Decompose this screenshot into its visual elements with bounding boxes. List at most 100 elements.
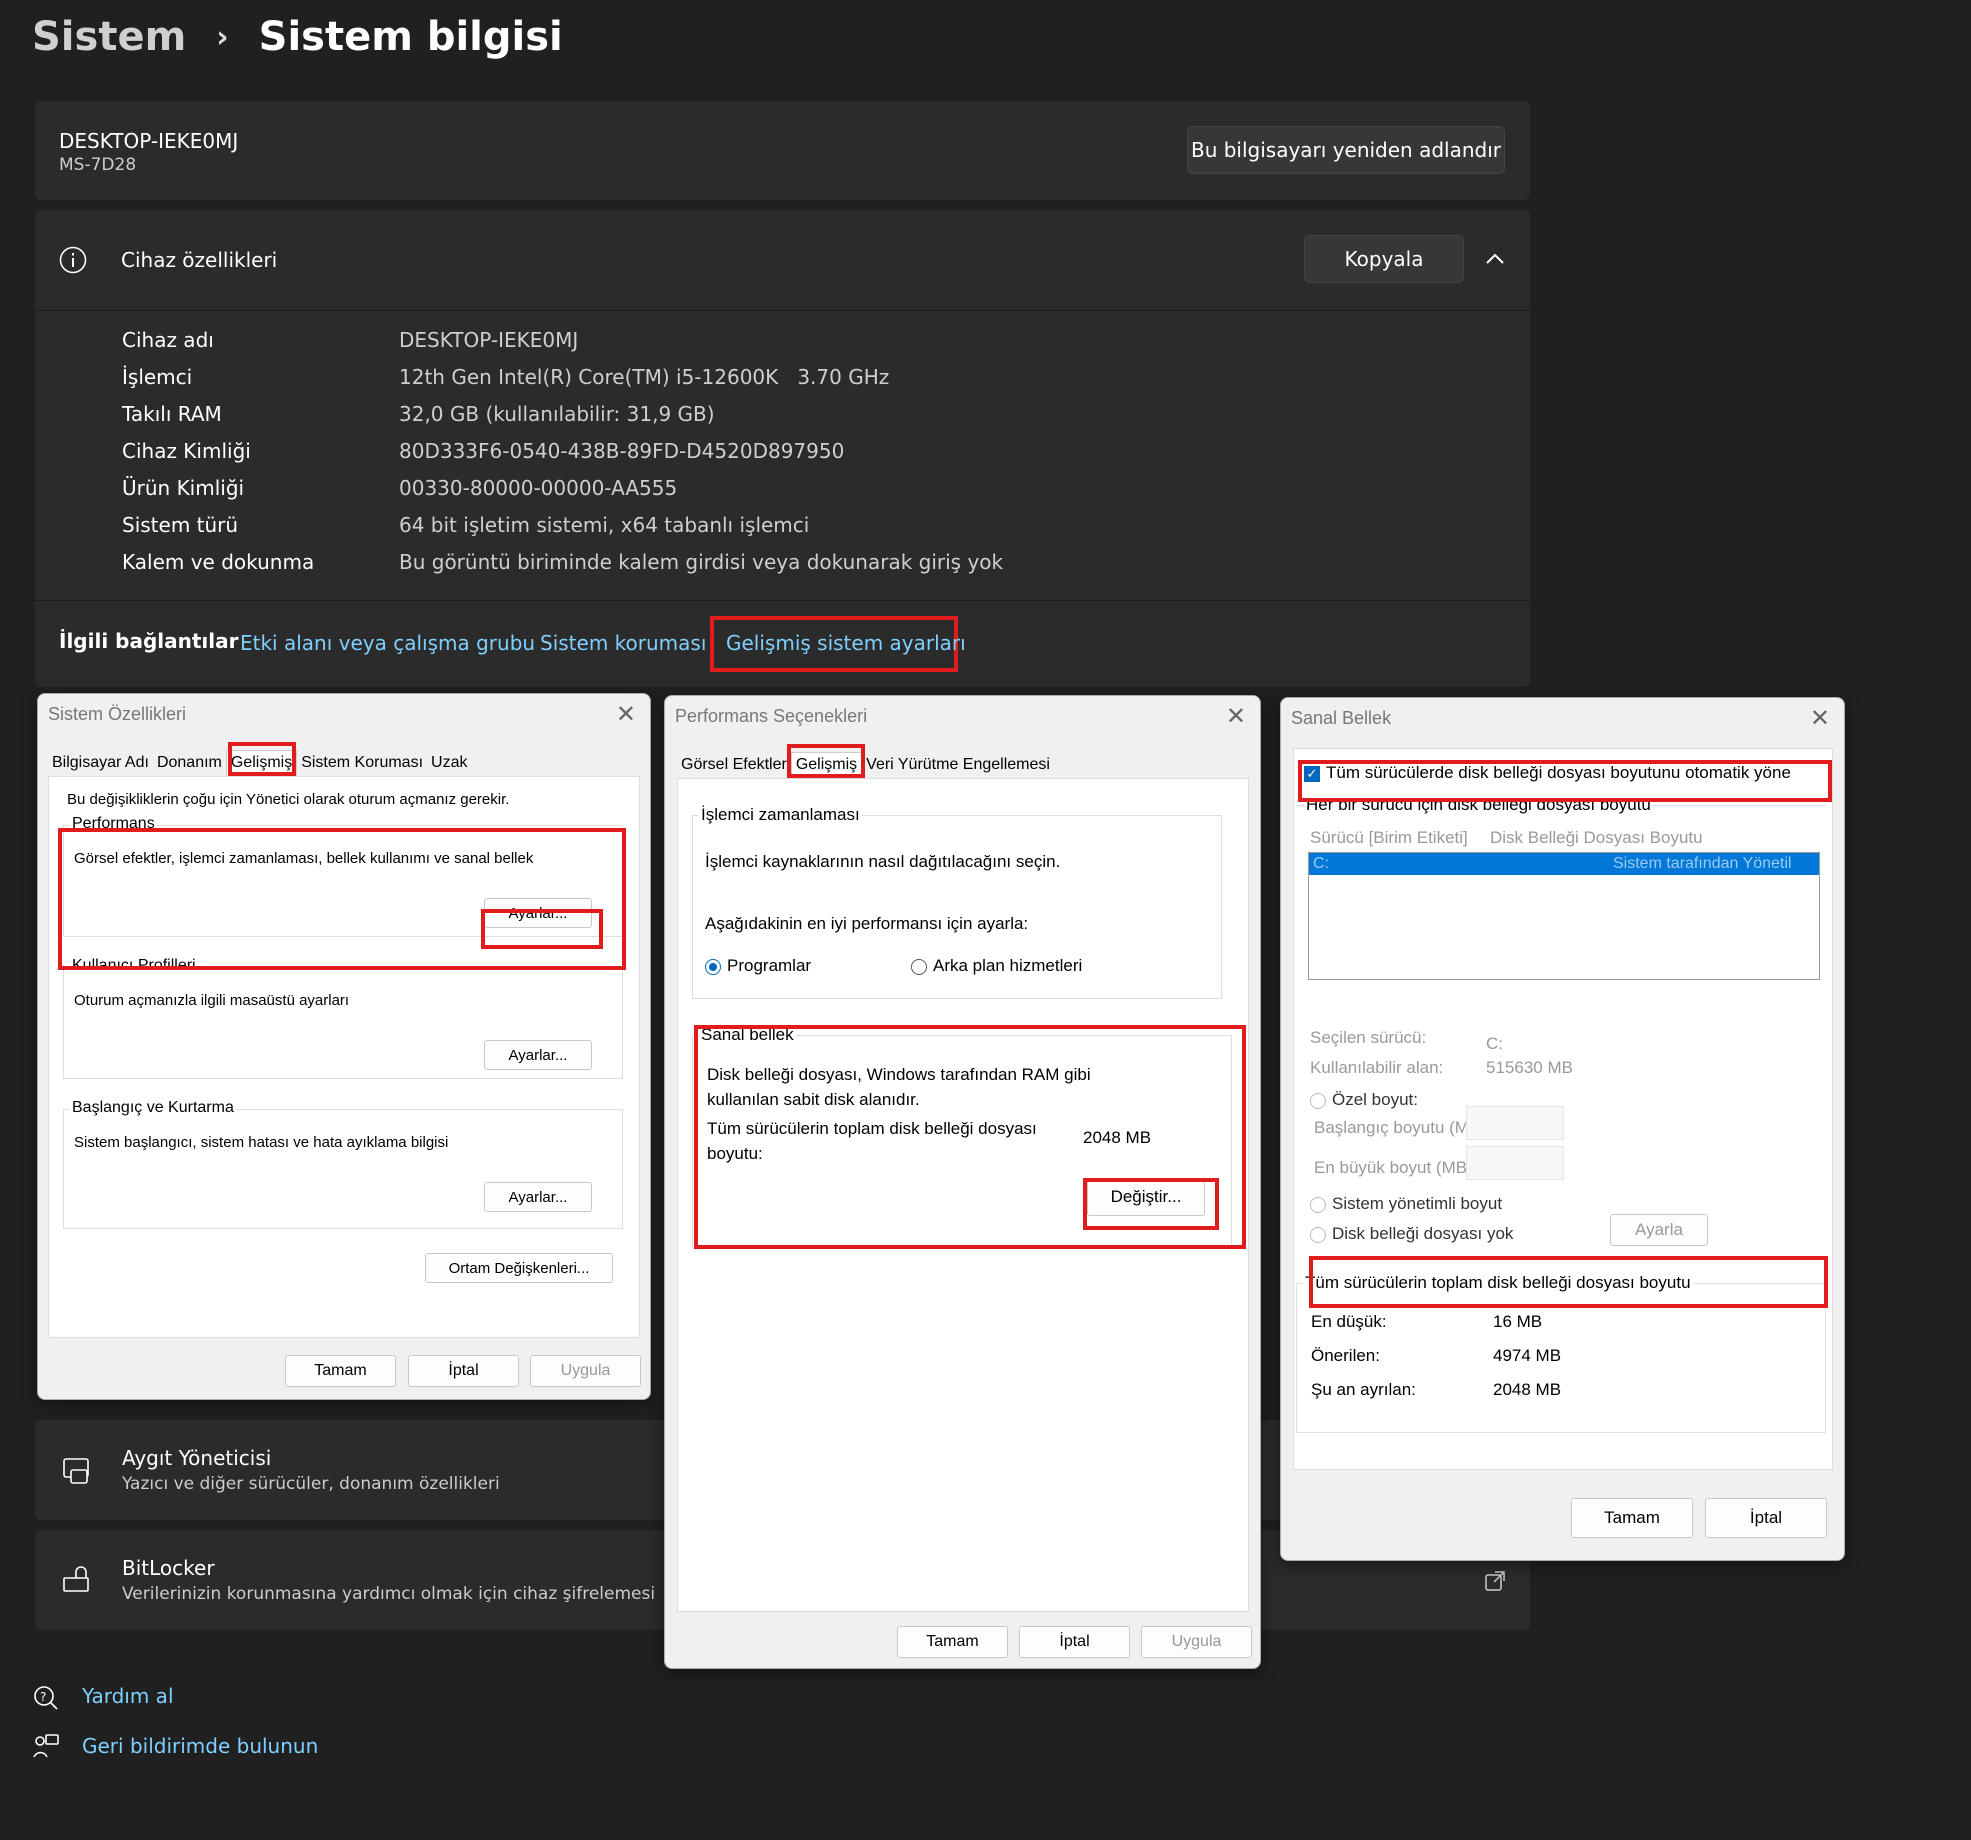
initial-size-input[interactable] [1466, 1106, 1564, 1140]
feedback-link[interactable]: Geri bildirimde bulunun [82, 1734, 318, 1758]
device-manager-title: Aygıt Yöneticisi [122, 1446, 272, 1470]
performance-options-dialog: Performans Seçenekleri ✕ Görsel Efektler… [664, 695, 1261, 1669]
dialog-title: Sanal Bellek [1291, 708, 1392, 728]
spec-row: Cihaz adı DESKTOP-IEKE0MJ [35, 328, 1435, 358]
breadcrumb-parent[interactable]: Sistem [32, 14, 186, 60]
drive-row-letter: C: [1313, 855, 1329, 872]
bitlocker-title: BitLocker [122, 1556, 215, 1580]
custom-size-radio[interactable]: Özel boyut: [1310, 1090, 1418, 1110]
background-services-label: Arka plan hizmetleri [933, 956, 1083, 975]
tab-remote[interactable]: Uzak [427, 751, 471, 775]
drive-row-size: Sistem tarafından Yönetil [1613, 855, 1792, 872]
cancel-button[interactable]: İptal [408, 1355, 519, 1387]
device-manager-icon [63, 1458, 89, 1484]
related-links-label: İlgili bağlantılar [59, 629, 239, 653]
close-icon[interactable]: ✕ [1810, 704, 1830, 733]
spec-label: Kalem ve dokunma [122, 550, 315, 574]
spec-value: 80D333F6-0540-438B-89FD-D4520D897950 [399, 439, 845, 463]
cancel-button[interactable]: İptal [1705, 1498, 1827, 1538]
spec-label: Sistem türü [122, 513, 239, 537]
system-managed-label: Sistem yönetimli boyut [1332, 1194, 1503, 1213]
selected-drive-value: C: [1486, 1034, 1503, 1053]
close-icon[interactable]: ✕ [616, 700, 636, 729]
tab-dep[interactable]: Veri Yürütme Engellemesi [862, 753, 1054, 777]
spec-value: 00330-80000-00000-AA555 [399, 476, 678, 500]
close-icon[interactable]: ✕ [1226, 702, 1246, 731]
spec-row: Sistem türü 64 bit işletim sistemi, x64 t… [35, 513, 1435, 543]
spec-row: Takılı RAM 32,0 GB (kullanılabilir: 31,9 … [35, 402, 1435, 432]
drive-row[interactable]: C: Sistem tarafından Yönetil [1309, 853, 1819, 875]
computer-name-card: DESKTOP-IEKE0MJ MS-7D28 Bu bilgisayarı y… [35, 101, 1530, 200]
lock-icon [63, 1566, 89, 1592]
get-help-link[interactable]: Yardım al [82, 1684, 174, 1708]
radio-selected-icon [705, 958, 721, 975]
spec-label: İşlemci [122, 365, 193, 389]
recommended-value: 4974 MB [1493, 1346, 1562, 1365]
tab-system-protection[interactable]: Sistem Koruması [297, 751, 427, 775]
svg-text:?: ? [40, 1690, 46, 1704]
radio-unselected-icon [1310, 1196, 1326, 1213]
user-profiles-settings-button[interactable]: Ayarlar... [484, 1040, 592, 1070]
adjust-for-label: Aşağıdakinin en iyi performansı için aya… [705, 914, 1029, 933]
tab-computer-name[interactable]: Bilgisayar Adı [48, 751, 153, 775]
startup-recovery-label: Başlangıç ve Kurtarma [70, 1099, 236, 1117]
min-size-label: En düşük: [1311, 1312, 1387, 1331]
spec-value: 12th Gen Intel(R) Core(TM) i5-12600K 3.7… [399, 365, 890, 389]
breadcrumb: Sistem › Sistem bilgisi [32, 14, 563, 60]
startup-recovery-desc: Sistem başlangıcı, sistem hatası ve hata… [74, 1134, 449, 1151]
startup-recovery-settings-button[interactable]: Ayarlar... [484, 1182, 592, 1212]
tab-visual-effects[interactable]: Görsel Efektler [677, 753, 791, 777]
rename-pc-button[interactable]: Bu bilgisayarı yeniden adlandır [1187, 126, 1505, 174]
highlight-box [787, 744, 865, 778]
free-space-value: 515630 MB [1486, 1058, 1573, 1077]
device-specs-header[interactable]: Cihaz özellikleri Kopyala [35, 210, 1530, 311]
dialog-title: Performans Seçenekleri [675, 706, 868, 726]
cpu-scheduling-desc: İşlemci kaynaklarının nasıl dağıtılacağı… [705, 852, 1061, 871]
feedback-icon [33, 1734, 59, 1758]
ok-button[interactable]: Tamam [1571, 1498, 1693, 1538]
device-specs-title: Cihaz özellikleri [121, 248, 278, 272]
ok-button[interactable]: Tamam [897, 1626, 1008, 1658]
domain-workgroup-link[interactable]: Etki alanı veya çalışma grubu [240, 631, 535, 655]
cpu-scheduling-group: İşlemci zamanlaması İşlemci kaynaklarını… [692, 805, 1222, 999]
apply-button[interactable]: Uygula [530, 1355, 641, 1387]
ok-button[interactable]: Tamam [285, 1355, 396, 1387]
virtual-memory-pane: ✓ Tüm sürücülerde disk belleği dosyası bo… [1293, 748, 1833, 1470]
system-protection-link[interactable]: Sistem koruması [540, 631, 706, 655]
copy-button[interactable]: Kopyala [1304, 235, 1464, 283]
drive-column-header: Sürücü [Birim Etiketi] [1310, 828, 1468, 847]
set-button[interactable]: Ayarla [1610, 1214, 1708, 1246]
tab-hardware[interactable]: Donanım [153, 751, 226, 775]
highlight-box [481, 909, 603, 949]
custom-size-label: Özel boyut: [1332, 1090, 1418, 1109]
admin-note: Bu değişikliklerin çoğu için Yönetici ol… [67, 791, 510, 808]
selected-drive-label: Seçilen sürücü: [1310, 1028, 1427, 1047]
programs-label: Programlar [727, 956, 812, 975]
drive-list[interactable]: C: Sistem tarafından Yönetil [1308, 852, 1820, 980]
user-profiles-desc: Oturum açmanızla ilgili masaüstü ayarlar… [74, 992, 350, 1009]
help-icon: ? [34, 1686, 58, 1710]
size-column-header: Disk Belleği Dosyası Boyutu [1490, 828, 1703, 847]
page-title: Sistem bilgisi [258, 14, 563, 60]
spec-row: Ürün Kimliği 00330-80000-00000-AA555 [35, 476, 1435, 506]
max-size-label: En büyük boyut (MB): [1314, 1158, 1478, 1177]
programs-radio[interactable]: Programlar [705, 956, 811, 976]
environment-variables-button[interactable]: Ortam Değişkenleri... [425, 1253, 613, 1283]
min-size-value: 16 MB [1493, 1312, 1543, 1331]
advanced-system-settings-link[interactable]: Gelişmiş sistem ayarları [726, 631, 966, 655]
cancel-button[interactable]: İptal [1019, 1626, 1130, 1658]
external-link-icon[interactable] [1484, 1570, 1506, 1592]
max-size-input[interactable] [1466, 1146, 1564, 1180]
background-services-radio[interactable]: Arka plan hizmetleri [911, 956, 1082, 976]
apply-button[interactable]: Uygula [1141, 1626, 1252, 1658]
highlight-box [1298, 760, 1832, 802]
no-paging-radio[interactable]: Disk belleği dosyası yok [1310, 1224, 1513, 1244]
spec-value: Bu görüntü biriminde kalem girdisi veya … [399, 550, 1004, 574]
tab-strip: Görsel Efektler Gelişmiş Veri Yürütme En… [677, 752, 1054, 777]
chevron-up-icon[interactable] [1485, 251, 1505, 265]
spec-label: Ürün Kimliği [122, 476, 245, 500]
spec-row: Kalem ve dokunma Bu görüntü biriminde kal… [35, 550, 1435, 580]
system-managed-radio[interactable]: Sistem yönetimli boyut [1310, 1194, 1502, 1214]
device-manager-desc: Yazıcı ve diğer sürücüler, donanım özell… [122, 1474, 500, 1494]
radio-unselected-icon [1310, 1226, 1326, 1243]
